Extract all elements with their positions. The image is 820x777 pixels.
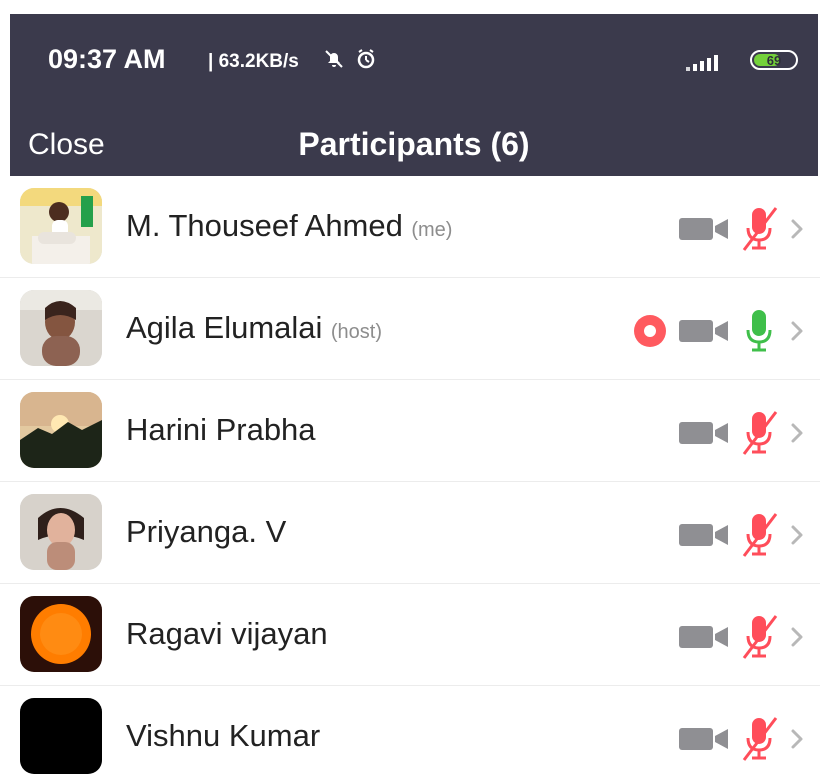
- participant-name: Harini Prabha: [126, 412, 316, 447]
- mic-muted-icon: [738, 510, 780, 560]
- header-bar: 09:37 AM | 63.2KB/s 69 Close Participant…: [10, 14, 818, 176]
- chevron-right-icon: [788, 520, 808, 550]
- chevron-right-icon: [788, 724, 808, 754]
- participant-name-wrap: Agila Elumalai (host): [126, 310, 382, 346]
- participant-name-wrap: Ragavi vijayan: [126, 616, 332, 652]
- battery-icon: 69: [750, 50, 798, 70]
- network-speed: | 63.2KB/s: [208, 51, 299, 72]
- video-off-icon: [678, 518, 730, 552]
- video-off-icon: [678, 620, 730, 654]
- video-off-icon: [678, 314, 730, 348]
- participant-controls: [678, 714, 808, 764]
- signal-icon: [686, 52, 734, 72]
- participants-screen: 09:37 AM | 63.2KB/s 69 Close Participant…: [0, 0, 820, 777]
- avatar: [20, 392, 102, 468]
- participant-name: Priyanga. V: [126, 514, 287, 549]
- chevron-right-icon: [788, 418, 808, 448]
- participant-tag: (host): [330, 321, 383, 343]
- participant-name: M. Thouseef Ahmed: [126, 208, 403, 243]
- page-title: Participants (6): [298, 126, 530, 162]
- chevron-right-icon: [788, 316, 808, 346]
- participant-row[interactable]: Priyanga. V: [0, 482, 820, 584]
- participant-row[interactable]: Harini Prabha: [0, 380, 820, 482]
- battery-level: 69: [766, 52, 782, 68]
- participant-name-wrap: Priyanga. V: [126, 514, 290, 550]
- participant-row[interactable]: Vishnu Kumar: [0, 686, 820, 777]
- video-off-icon: [678, 212, 730, 246]
- recording-icon: [630, 311, 670, 351]
- avatar: [20, 188, 102, 264]
- mic-muted-icon: [738, 204, 780, 254]
- chevron-right-icon: [788, 214, 808, 244]
- status-bar: 09:37 AM | 63.2KB/s 69: [10, 14, 818, 106]
- participant-controls: [630, 306, 808, 356]
- participant-controls: [678, 612, 808, 662]
- alarm-icon: [354, 47, 378, 71]
- participant-controls: [678, 204, 808, 254]
- participants-list: M. Thouseef Ahmed (me) Agila Elumalai (h…: [0, 176, 820, 777]
- mic-muted-icon: [738, 408, 780, 458]
- avatar: [20, 494, 102, 570]
- bell-mute-icon: [322, 47, 346, 71]
- participant-name: Vishnu Kumar: [126, 718, 321, 753]
- participant-row[interactable]: M. Thouseef Ahmed (me): [0, 176, 820, 278]
- participant-controls: [678, 408, 808, 458]
- participant-name-wrap: Harini Prabha: [126, 412, 320, 448]
- participant-controls: [678, 510, 808, 560]
- avatar: [20, 698, 102, 774]
- mic-muted-icon: [738, 714, 780, 764]
- participant-name: Ragavi vijayan: [126, 616, 328, 651]
- avatar: [20, 596, 102, 672]
- video-off-icon: [678, 722, 730, 756]
- participant-row[interactable]: Ragavi vijayan: [0, 584, 820, 686]
- video-off-icon: [678, 416, 730, 450]
- participant-name-wrap: Vishnu Kumar: [126, 718, 324, 754]
- chevron-right-icon: [788, 622, 808, 652]
- participant-row[interactable]: Agila Elumalai (host): [0, 278, 820, 380]
- participants-header: Close Participants (6): [10, 106, 818, 176]
- mic-muted-icon: [738, 612, 780, 662]
- status-time: 09:37 AM: [48, 44, 166, 74]
- avatar: [20, 290, 102, 366]
- participant-name: Agila Elumalai: [126, 310, 323, 345]
- participant-tag: (me): [411, 219, 453, 241]
- participant-name-wrap: M. Thouseef Ahmed (me): [126, 208, 452, 244]
- mic-on-icon: [738, 306, 780, 356]
